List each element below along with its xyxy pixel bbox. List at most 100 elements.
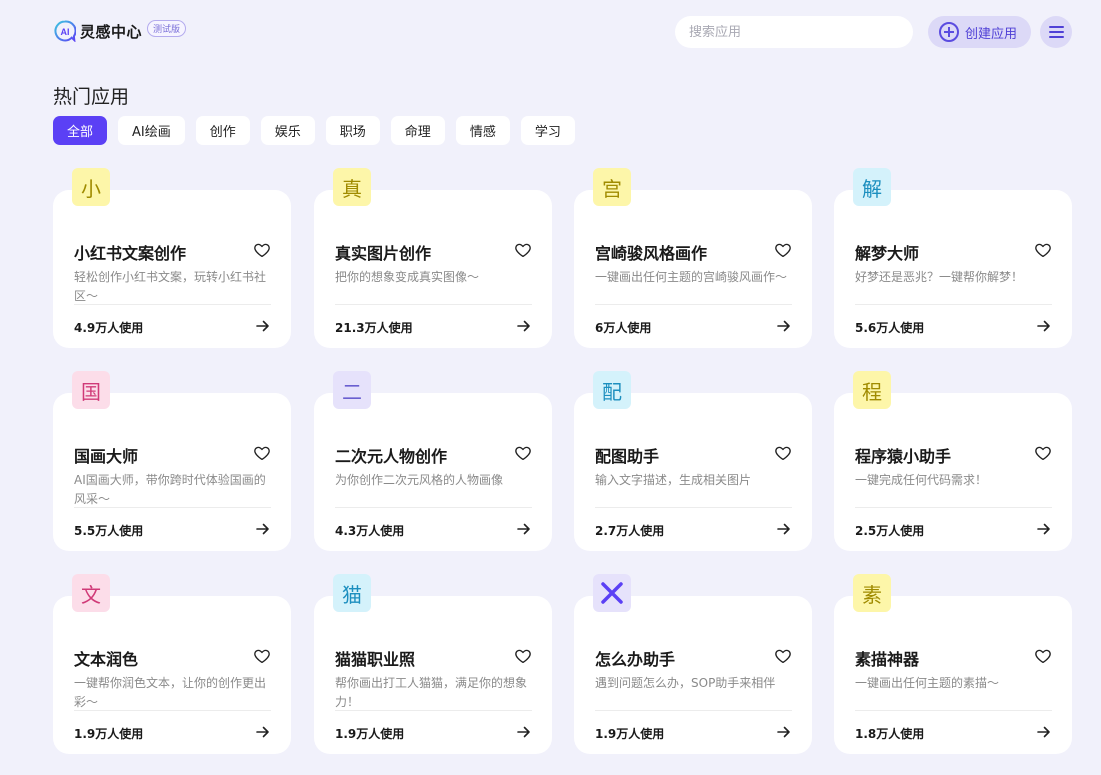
heart-icon[interactable] <box>1034 647 1052 665</box>
logo[interactable]: AI 灵感中心 测试版 <box>54 19 187 43</box>
heart-icon[interactable] <box>514 647 532 665</box>
tab-0[interactable]: 全部 <box>53 116 108 145</box>
app-title: 怎么办助手 <box>595 650 676 669</box>
heart-icon[interactable] <box>514 241 532 259</box>
arrow-right-icon[interactable] <box>255 724 271 740</box>
heart-icon[interactable] <box>1034 444 1052 462</box>
tab-1[interactable]: AI绘画 <box>118 116 185 145</box>
tab-3[interactable]: 娱乐 <box>260 116 315 145</box>
section-title: 热门应用 <box>53 86 130 108</box>
arrow-right-icon[interactable] <box>255 521 271 537</box>
hamburger-icon <box>1048 26 1064 28</box>
arrow-right-icon[interactable] <box>516 521 532 537</box>
app-description: 一键帮你润色文本，让你的创作更出彩～ <box>74 676 267 709</box>
divider <box>74 507 271 508</box>
app-card[interactable]: 小红书文案创作 轻松创作小红书文案，玩转小红书社区～ 4.9万人使用 小 <box>53 168 291 348</box>
cross-icon <box>593 574 631 612</box>
ai-logo-icon: AI <box>54 20 77 43</box>
heart-icon[interactable] <box>774 444 792 462</box>
app-card-body[interactable]: 二次元人物创作 为你创作二次元风格的人物画像 4.3万人使用 <box>314 393 552 551</box>
app-title: 二次元人物创作 <box>335 447 448 466</box>
app-title: 灵感中心 <box>80 22 143 41</box>
arrow-right-icon[interactable] <box>255 318 271 334</box>
app-card-body[interactable]: 解梦大师 好梦还是恶兆？一键帮你解梦！ 5.6万人使用 <box>834 190 1072 348</box>
tab-2[interactable]: 创作 <box>195 116 250 145</box>
arrow-right-icon[interactable] <box>776 318 792 334</box>
app-card-body[interactable]: 文本润色 一键帮你润色文本，让你的创作更出彩～ 1.9万人使用 <box>53 596 291 754</box>
arrow-right-icon[interactable] <box>516 318 532 334</box>
divider <box>855 710 1052 711</box>
divider <box>74 304 271 305</box>
usage-count: 1.9万人使用 <box>335 727 405 741</box>
app-icon-badge: 猫 <box>333 574 371 612</box>
arrow-right-icon[interactable] <box>516 724 532 740</box>
app-card[interactable]: 猫猫职业照 帮你画出打工人猫猫，满足你的想象力！ 1.9万人使用 猫 <box>314 574 552 754</box>
heart-icon[interactable] <box>514 444 532 462</box>
ai-logo-text: AI <box>61 27 70 37</box>
search-input[interactable] <box>689 24 889 40</box>
app-card-body[interactable]: 怎么办助手遇到问题怎么办，SOP助手来相伴 1.9万人使用 <box>574 596 812 754</box>
heart-icon[interactable] <box>774 647 792 665</box>
divider <box>335 304 532 305</box>
app-icon-badge: 素 <box>853 574 891 612</box>
tab-4[interactable]: 职场 <box>325 116 380 145</box>
arrow-right-icon[interactable] <box>1036 521 1052 537</box>
heart-icon[interactable] <box>253 647 271 665</box>
app-card-body[interactable]: 真实图片创作 把你的想象变成真实图像～ 21.3万人使用 <box>314 190 552 348</box>
heart-icon[interactable] <box>253 241 271 259</box>
app-card[interactable]: 国画大师 AI国画大师，带你跨时代体验国画的风采～ 5.5万人使用 国 <box>53 371 291 551</box>
heart-icon[interactable] <box>1034 241 1052 259</box>
app-card-body[interactable]: 猫猫职业照 帮你画出打工人猫猫，满足你的想象力！ 1.9万人使用 <box>314 596 552 754</box>
app-card[interactable]: 素描神器 一键画出任何主题的素描～ 1.8万人使用 素 <box>834 574 1072 754</box>
app-icon-badge: 二 <box>333 371 371 409</box>
plus-circle-icon <box>939 22 959 42</box>
heart-icon[interactable] <box>774 241 792 259</box>
app-description: 遇到问题怎么办，SOP助手来相伴 <box>595 676 776 690</box>
menu-button[interactable] <box>1040 16 1072 48</box>
arrow-right-icon[interactable] <box>1036 318 1052 334</box>
tab-5[interactable]: 命理 <box>390 116 445 145</box>
app-icon-badge: 配 <box>593 371 631 409</box>
arrow-right-icon[interactable] <box>1036 724 1052 740</box>
app-card[interactable]: 解梦大师 好梦还是恶兆？一键帮你解梦！ 5.6万人使用 解 <box>834 168 1072 348</box>
app-card[interactable]: 怎么办助手遇到问题怎么办，SOP助手来相伴 1.9万人使用 <box>574 574 812 754</box>
usage-count: 21.3万人使用 <box>335 321 413 335</box>
app-card[interactable]: 文本润色 一键帮你润色文本，让你的创作更出彩～ 1.9万人使用 文 <box>53 574 291 754</box>
divider <box>74 710 271 711</box>
divider <box>855 507 1052 508</box>
usage-count: 5.5万人使用 <box>74 524 144 538</box>
arrow-right-icon[interactable] <box>776 724 792 740</box>
app-card[interactable]: 程序猿小助手 一键完成任何代码需求！ 2.5万人使用 程 <box>834 371 1072 551</box>
divider <box>335 507 532 508</box>
app-title: 文本润色 <box>74 650 139 669</box>
divider <box>595 304 792 305</box>
app-card-body[interactable]: 国画大师 AI国画大师，带你跨时代体验国画的风采～ 5.5万人使用 <box>53 393 291 551</box>
app-title: 小红书文案创作 <box>74 244 187 263</box>
app-description: 好梦还是恶兆？一键帮你解梦！ <box>855 270 1024 284</box>
tab-7[interactable]: 学习 <box>520 116 575 145</box>
arrow-right-icon[interactable] <box>776 521 792 537</box>
app-card[interactable]: 宫崎骏风格画作 一键画出任何主题的宫崎骏风画作～ 6万人使用 宫 <box>574 168 812 348</box>
heart-icon[interactable] <box>253 444 271 462</box>
tab-6[interactable]: 情感 <box>455 116 510 145</box>
app-title: 解梦大师 <box>855 244 920 263</box>
app-card[interactable]: 真实图片创作 把你的想象变成真实图像～ 21.3万人使用 真 <box>314 168 552 348</box>
create-app-button[interactable]: 创建应用 <box>928 16 1031 48</box>
usage-count: 1.9万人使用 <box>595 727 665 741</box>
app-description: 为你创作二次元风格的人物画像 <box>335 473 504 487</box>
app-card[interactable]: 配图助手 输入文字描述，生成相关图片 2.7万人使用 配 <box>574 371 812 551</box>
app-card-body[interactable]: 配图助手 输入文字描述，生成相关图片 2.7万人使用 <box>574 393 812 551</box>
app-card-body[interactable]: 素描神器 一键画出任何主题的素描～ 1.8万人使用 <box>834 596 1072 754</box>
app-card-body[interactable]: 宫崎骏风格画作 一键画出任何主题的宫崎骏风画作～ 6万人使用 <box>574 190 812 348</box>
search-box[interactable] <box>675 16 913 48</box>
usage-count: 1.8万人使用 <box>855 727 925 741</box>
app-icon-badge: 程 <box>853 371 891 409</box>
app-icon-badge: 小 <box>72 168 110 206</box>
app-card[interactable]: 二次元人物创作 为你创作二次元风格的人物画像 4.3万人使用 二 <box>314 371 552 551</box>
app-description: 轻松创作小红书文案，玩转小红书社区～ <box>74 270 267 303</box>
app-card-body[interactable]: 程序猿小助手 一键完成任何代码需求！ 2.5万人使用 <box>834 393 1072 551</box>
app-description: 帮你画出打工人猫猫，满足你的想象力！ <box>335 676 528 709</box>
divider <box>595 710 792 711</box>
usage-count: 6万人使用 <box>595 321 652 335</box>
app-card-body[interactable]: 小红书文案创作 轻松创作小红书文案，玩转小红书社区～ 4.9万人使用 <box>53 190 291 348</box>
